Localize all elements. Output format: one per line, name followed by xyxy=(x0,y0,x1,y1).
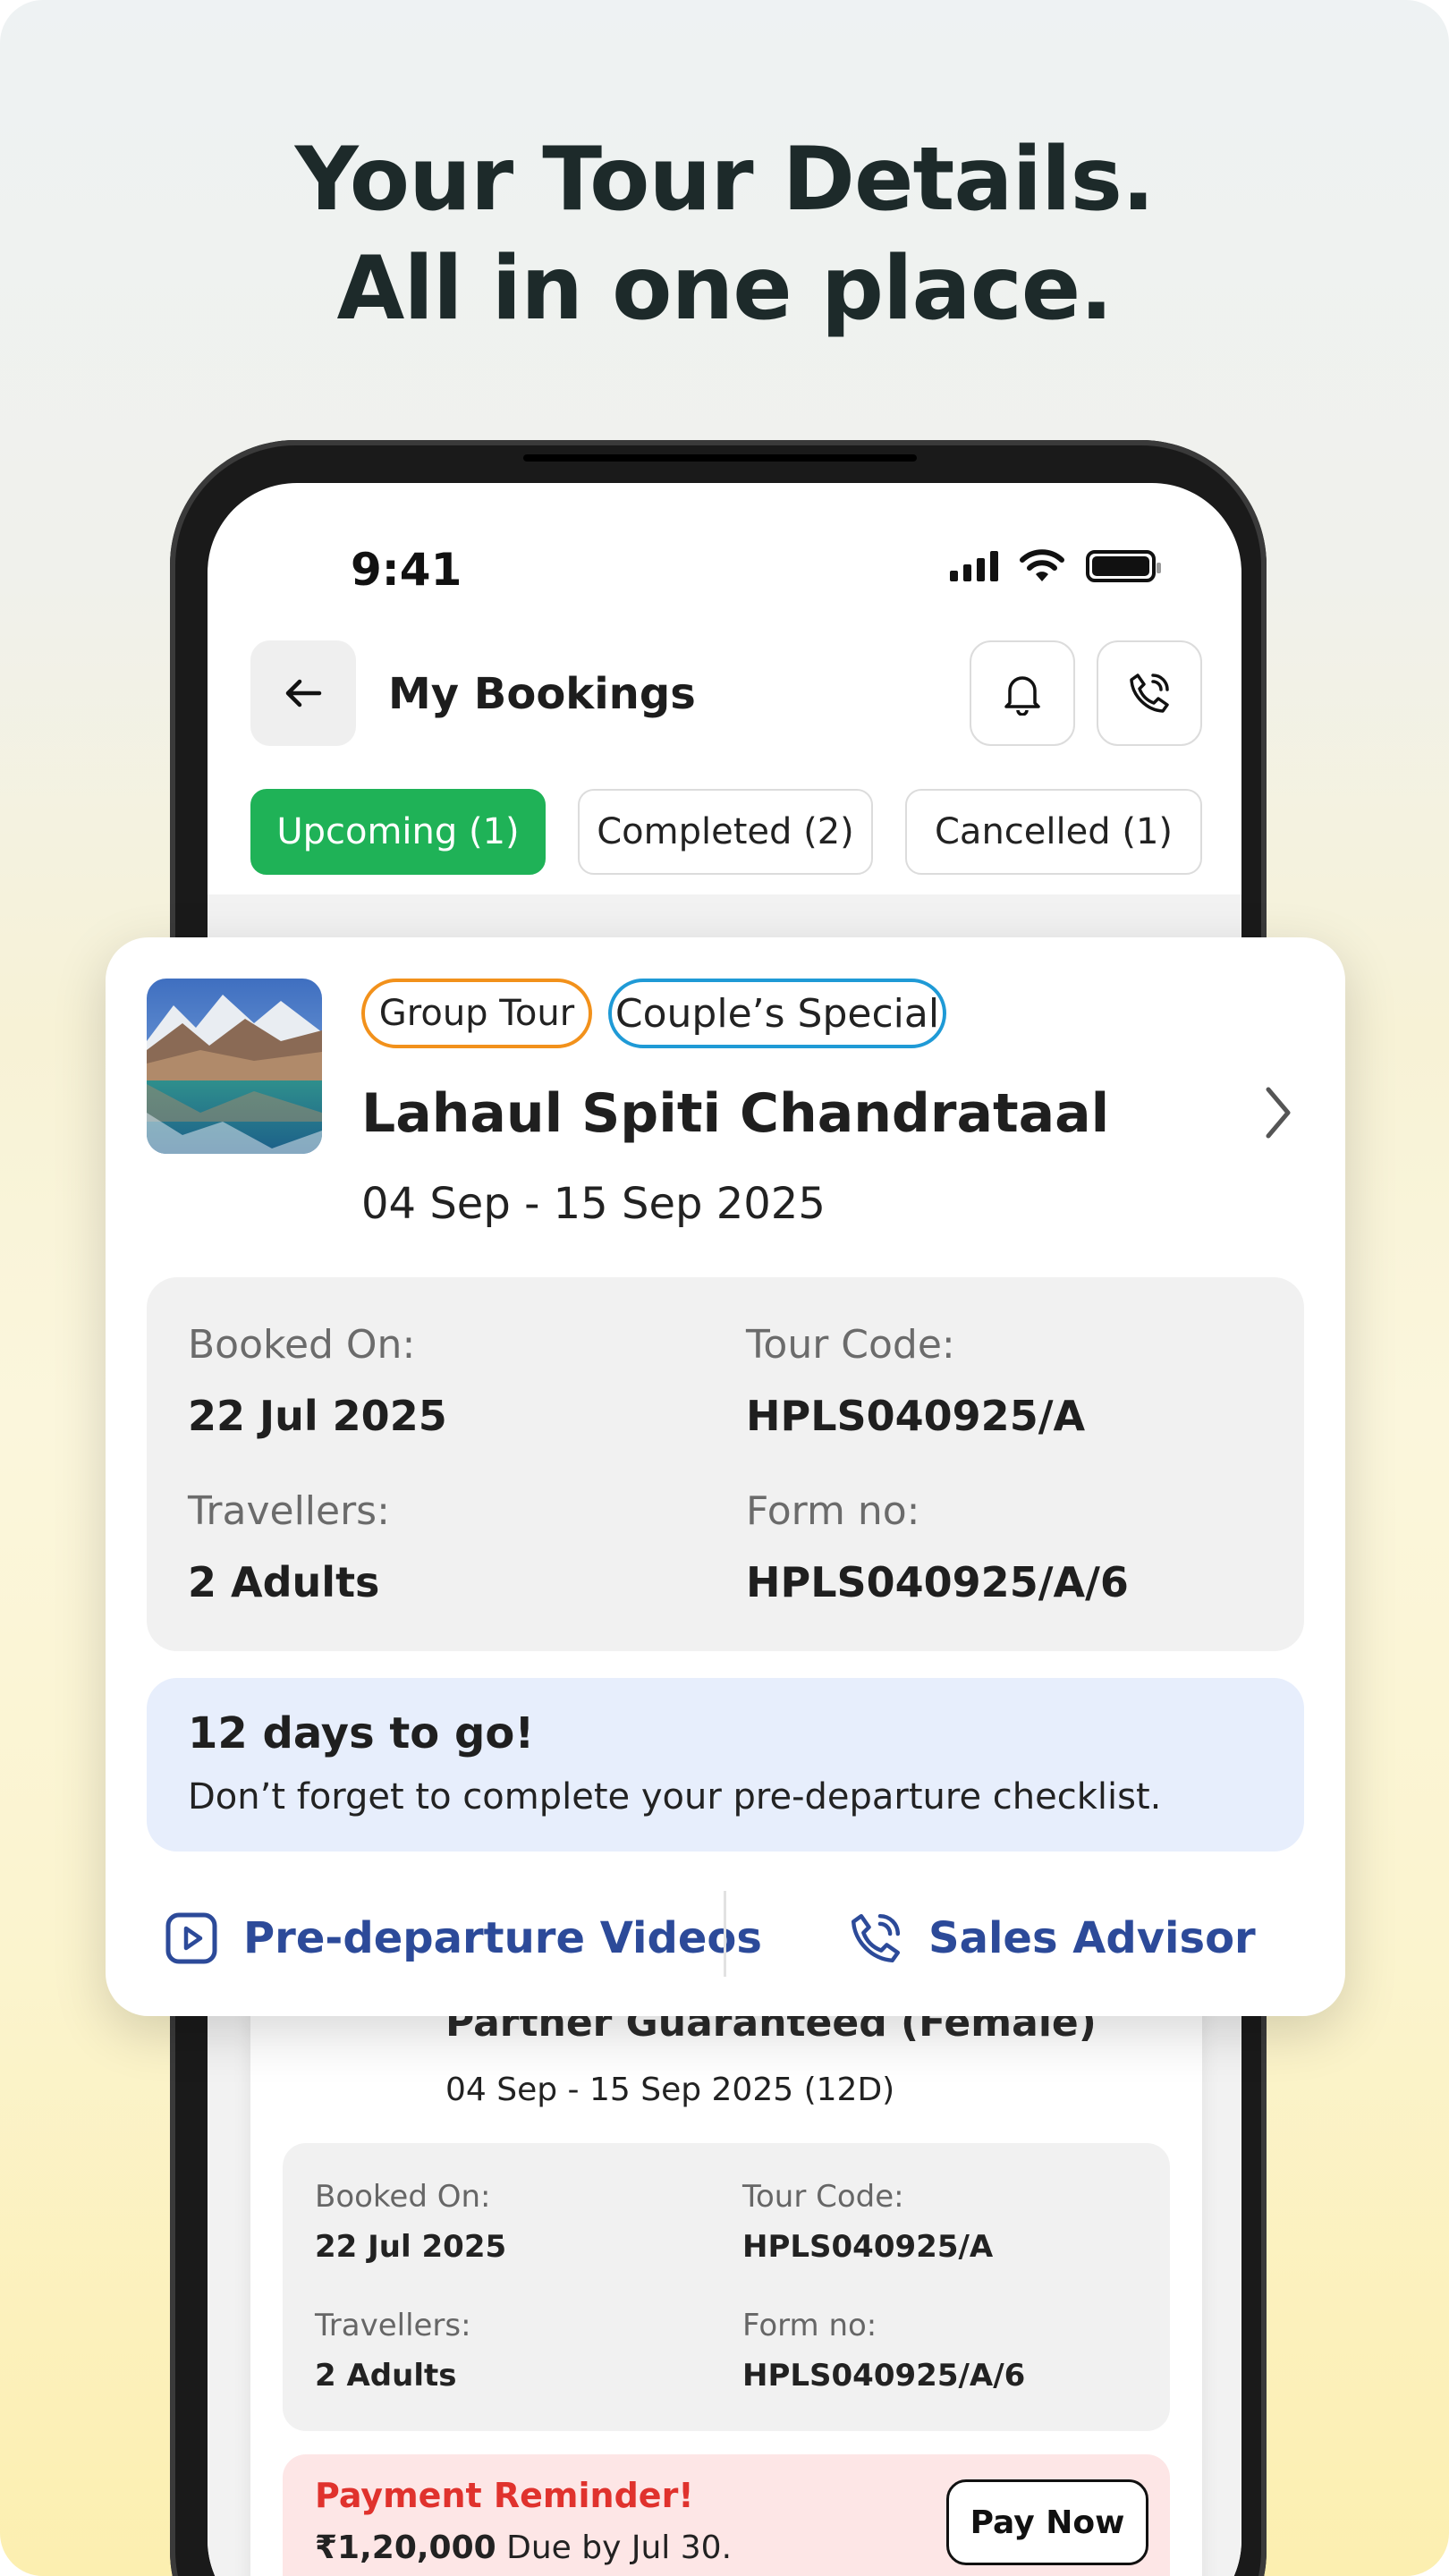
payment-amount: ₹1,20,000 xyxy=(315,2529,496,2566)
countdown-text: Don’t forget to complete your pre-depart… xyxy=(188,1776,1162,1818)
secondary-tour-code-value: HPLS040925/A xyxy=(742,2229,994,2265)
call-button[interactable] xyxy=(1097,640,1202,746)
tag-group-tour: Group Tour xyxy=(361,979,592,1048)
chevron-right-icon[interactable] xyxy=(1256,1077,1301,1148)
tab-cancelled[interactable]: Cancelled (1) xyxy=(905,789,1202,875)
secondary-travellers-value: 2 Adults xyxy=(315,2358,457,2394)
tour-code-value: HPLS040925/A xyxy=(746,1392,1086,1440)
promo-headline: Your Tour Details. All in one place. xyxy=(0,125,1449,343)
secondary-tour-dates: 04 Sep - 15 Sep 2025 (12D) xyxy=(445,2072,895,2108)
headline-line-2: All in one place. xyxy=(336,238,1114,340)
actions-divider xyxy=(724,1891,726,1977)
status-icons xyxy=(950,549,1161,583)
notifications-button[interactable] xyxy=(970,640,1075,746)
sales-advisor-label: Sales Advisor xyxy=(928,1913,1256,1963)
secondary-booked-on-value: 22 Jul 2025 xyxy=(315,2229,507,2265)
lake-mountain-image xyxy=(147,979,322,1154)
pre-departure-videos-button[interactable]: Pre-departure Videos xyxy=(165,1889,762,1987)
tab-upcoming[interactable]: Upcoming (1) xyxy=(250,789,546,875)
form-no-label: Form no: xyxy=(746,1488,920,1534)
booking-tabs: Upcoming (1) Completed (2) Cancelled (1) xyxy=(250,789,1202,875)
travellers-value: 2 Adults xyxy=(188,1558,380,1606)
secondary-tour-code-label: Tour Code: xyxy=(742,2179,904,2215)
secondary-travellers-label: Travellers: xyxy=(315,2308,471,2343)
secondary-info-panel: Booked On: 22 Jul 2025 Tour Code: HPLS04… xyxy=(283,2143,1170,2431)
phone-call-icon xyxy=(1130,674,1169,713)
headline-line-1: Your Tour Details. xyxy=(294,129,1155,231)
page-title: My Bookings xyxy=(388,669,696,719)
payment-reminder-title: Payment Reminder! xyxy=(315,2476,694,2515)
secondary-form-no-value: HPLS040925/A/6 xyxy=(742,2358,1026,2394)
battery-icon xyxy=(1086,550,1161,582)
app-bar: My Bookings xyxy=(250,640,1202,746)
form-no-value: HPLS040925/A/6 xyxy=(746,1558,1129,1606)
phone-speaker xyxy=(523,454,917,462)
signal-icon xyxy=(950,551,998,581)
arrow-left-icon xyxy=(285,679,322,708)
back-button[interactable] xyxy=(250,640,356,746)
travellers-label: Travellers: xyxy=(188,1488,390,1534)
booking-card-featured[interactable]: Group Tour Couple’s Special Lahaul Spiti… xyxy=(106,937,1345,2016)
payment-reminder: Payment Reminder! ₹1,20,000 Due by Jul 3… xyxy=(283,2454,1170,2576)
phone-call-icon xyxy=(851,1913,901,1963)
secondary-form-no-label: Form no: xyxy=(742,2308,877,2343)
tour-name: Lahaul Spiti Chandrataal xyxy=(361,1082,1110,1145)
sales-advisor-button[interactable]: Sales Advisor xyxy=(848,1889,1256,1987)
promo-canvas: Your Tour Details. All in one place. 9:4… xyxy=(0,0,1449,2576)
payment-due: Due by Jul 30. xyxy=(496,2529,733,2566)
status-time: 9:41 xyxy=(351,544,462,596)
booked-on-label: Booked On: xyxy=(188,1322,416,1368)
payment-reminder-text: ₹1,20,000 Due by Jul 30. xyxy=(315,2529,732,2566)
bell-icon xyxy=(1004,676,1040,716)
tag-couples-special: Couple’s Special xyxy=(608,979,946,1048)
secondary-booked-on-label: Booked On: xyxy=(315,2179,491,2215)
tour-code-label: Tour Code: xyxy=(746,1322,955,1368)
booked-on-value: 22 Jul 2025 xyxy=(188,1392,447,1440)
countdown-banner: 12 days to go! Don’t forget to complete … xyxy=(147,1678,1304,1852)
tour-dates: 04 Sep - 15 Sep 2025 xyxy=(361,1179,826,1229)
play-video-icon xyxy=(165,1912,217,1964)
countdown-title: 12 days to go! xyxy=(188,1708,535,1758)
tour-thumbnail xyxy=(147,979,322,1154)
wifi-icon xyxy=(1020,549,1064,581)
tab-completed[interactable]: Completed (2) xyxy=(578,789,873,875)
pay-now-button[interactable]: Pay Now xyxy=(946,2479,1148,2565)
booking-info-panel: Booked On: 22 Jul 2025 Tour Code: HPLS04… xyxy=(147,1277,1304,1651)
pre-departure-videos-label: Pre-departure Videos xyxy=(243,1913,762,1963)
